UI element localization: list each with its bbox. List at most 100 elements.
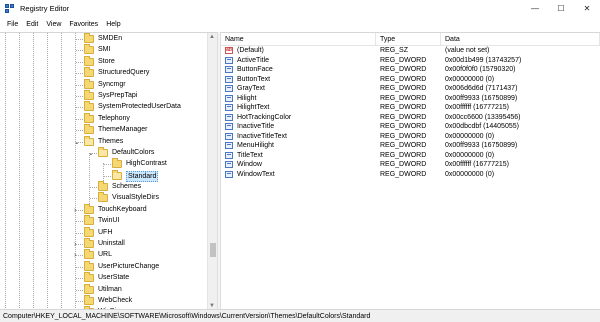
value-row[interactable]: TitleText REG_DWORD 0x00000000 (0)	[221, 151, 600, 161]
binary-value-icon	[225, 94, 233, 102]
tree-item-label: HighContrast	[126, 160, 167, 168]
tree-scrollbar[interactable]: ▲ ▼	[207, 33, 217, 309]
value-row[interactable]: MenuHilight REG_DWORD 0x00ff9933 (16750899…	[221, 141, 600, 151]
tree-item[interactable]: SysPrepTapi	[0, 89, 207, 101]
tree-item[interactable]: › URL	[0, 249, 207, 260]
close-button[interactable]: ✕	[574, 0, 600, 17]
folder-icon	[84, 55, 94, 66]
value-data: 0x00000000 (0)	[445, 151, 495, 159]
folder-icon	[84, 67, 94, 78]
binary-value-icon	[225, 85, 233, 93]
column-type[interactable]: Type	[376, 33, 441, 45]
tree-item-label: Uninstall	[98, 240, 125, 248]
value-type: REG_DWORD	[380, 85, 427, 92]
scroll-up-icon[interactable]: ▲	[209, 34, 215, 40]
value-data: 0x00dbcdbf (14405055)	[445, 123, 519, 130]
tree-item[interactable]: SystemProtectedUserData	[0, 101, 207, 112]
value-name: HilightText	[237, 104, 270, 111]
status-bar: Computer\HKEY_LOCAL_MACHINE\SOFTWARE\Mic…	[0, 309, 600, 322]
value-row[interactable]: HilightText REG_DWORD 0x00ffffff (16777215…	[221, 103, 600, 113]
tree-item[interactable]: WebCheck	[0, 294, 207, 306]
tree-item[interactable]: › TouchKeyboard	[0, 203, 207, 215]
tree-item[interactable]: Syncmgr	[0, 78, 207, 90]
tree-item[interactable]: TwinUI	[0, 215, 207, 226]
menu-help[interactable]: Help	[102, 21, 124, 28]
tree-item[interactable]: ThemeManager	[0, 124, 207, 135]
tree-item[interactable]: StructuredQuery	[0, 67, 207, 78]
tree-connector	[76, 266, 83, 268]
value-row[interactable]: ButtonFace REG_DWORD 0x00f0f0f0 (15790320)	[221, 65, 600, 75]
tree-connector	[90, 152, 97, 154]
value-row[interactable]: GrayText REG_DWORD 0x006d6d6d (7171437)	[221, 84, 600, 94]
folder-icon	[112, 158, 122, 169]
value-type: REG_DWORD	[380, 75, 427, 83]
tree-item[interactable]: ⌄ Themes	[0, 135, 207, 147]
binary-value-icon	[225, 142, 233, 150]
tree-connector	[76, 300, 83, 302]
folder-icon	[84, 249, 94, 260]
value-name: InactiveTitleText	[237, 132, 287, 140]
scroll-thumb[interactable]	[210, 243, 216, 257]
menu-view[interactable]: View	[42, 21, 65, 28]
value-row[interactable]: ab (Default) REG_SZ (value not set)	[221, 46, 600, 56]
tree-item[interactable]: ⌄ DefaultColors	[0, 146, 207, 158]
tree-connector	[76, 130, 83, 132]
tree-item[interactable]: SMI	[0, 44, 207, 55]
tree-item[interactable]: HighContrast	[0, 158, 207, 169]
binary-value-icon	[225, 132, 233, 140]
value-row[interactable]: WindowText REG_DWORD 0x00000000 (0)	[221, 170, 600, 180]
tree-item-label: SMDEn	[98, 35, 123, 42]
folder-icon	[84, 272, 94, 283]
tree-item-label: WebCheck	[98, 296, 133, 304]
folder-icon	[84, 89, 94, 100]
menu-file[interactable]: File	[3, 21, 22, 28]
value-name-cell: Hilight	[221, 94, 376, 104]
value-row[interactable]: HotTrackingColor REG_DWORD 0x00cc6600 (133…	[221, 113, 600, 123]
tree-item[interactable]: UFH	[0, 226, 207, 238]
tree-item-label: ThemeManager	[98, 126, 148, 134]
value-row[interactable]: InactiveTitleText REG_DWORD 0x00000000 (0)	[221, 132, 600, 142]
folder-icon	[84, 101, 94, 112]
open-folder-icon	[84, 135, 94, 146]
value-type: REG_DWORD	[380, 151, 427, 159]
tree-item[interactable]: Utilman	[0, 283, 207, 295]
tree-item[interactable]: Store	[0, 55, 207, 67]
maximize-button[interactable]: ☐	[548, 0, 574, 17]
minimize-button[interactable]: —	[522, 0, 548, 17]
value-data: 0x00ff9933 (16750899)	[445, 142, 518, 149]
tree-item-label: SystemProtectedUserData	[98, 103, 181, 111]
value-name: (Default)	[237, 47, 264, 54]
tree-connector	[90, 187, 97, 189]
tree-item[interactable]: UserState	[0, 272, 207, 283]
tree-item[interactable]: SMDEn	[0, 33, 207, 44]
tree-item-label: Schemes	[112, 183, 142, 191]
value-data: 0x00000000 (0)	[445, 75, 495, 83]
tree-connector	[76, 107, 83, 109]
menu-favorites[interactable]: Favorites	[65, 21, 102, 28]
tree-connector	[76, 289, 83, 291]
tree-item[interactable]: Standard	[0, 169, 207, 182]
value-row[interactable]: ActiveTitle REG_DWORD 0x00d1b499 (13743257…	[221, 56, 600, 66]
tree-connector	[76, 278, 83, 280]
tree-item[interactable]: Schemes	[0, 181, 207, 192]
value-name-cell: TitleText	[221, 151, 376, 161]
folder-icon	[84, 44, 94, 55]
value-name-cell: GrayText	[221, 84, 376, 94]
title-bar: Registry Editor — ☐ ✕	[0, 0, 600, 17]
value-row[interactable]: Window REG_DWORD 0x00ffffff (16777215)	[221, 160, 600, 170]
column-name[interactable]: Name	[221, 33, 376, 45]
tree-item[interactable]: Telephony	[0, 112, 207, 124]
value-row[interactable]: InactiveTitle REG_DWORD 0x00dbcdbf (144050…	[221, 122, 600, 132]
tree-item[interactable]: UserPictureChange	[0, 260, 207, 272]
value-row[interactable]: ButtonText REG_DWORD 0x00000000 (0)	[221, 75, 600, 85]
value-type: REG_DWORD	[380, 132, 427, 140]
value-row[interactable]: Hilight REG_DWORD 0x00ff9933 (16750899)	[221, 94, 600, 104]
value-name: ButtonFace	[237, 66, 273, 73]
column-data[interactable]: Data	[441, 33, 600, 45]
tree-item-label: TwinUI	[98, 217, 120, 225]
value-name-cell: HilightText	[221, 103, 376, 113]
tree-item[interactable]: VisualStyleDirs	[0, 192, 207, 203]
menu-edit[interactable]: Edit	[22, 21, 42, 28]
string-value-icon: ab	[225, 47, 233, 55]
tree-item[interactable]: › Uninstall	[0, 238, 207, 249]
